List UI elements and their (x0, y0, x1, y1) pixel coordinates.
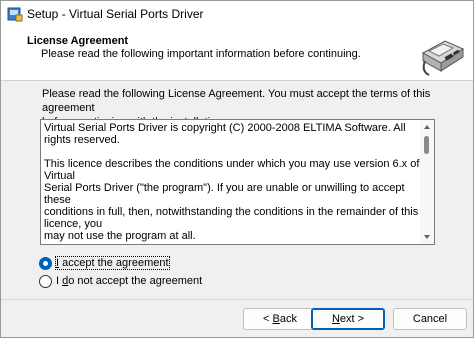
wizard-footer: < Back Next > Cancel (1, 299, 473, 337)
back-label-mnemonic: B (272, 313, 280, 325)
page-subtitle: Please read the following important info… (41, 48, 361, 60)
page-title: License Agreement (27, 35, 129, 47)
decline-agreement-label[interactable]: I do not accept the agreement (56, 275, 202, 287)
intro-line-1: Please read the following License Agreem… (42, 88, 431, 114)
back-label-pre: < (263, 313, 273, 325)
next-label-post: ext > (339, 313, 365, 325)
serial-ports-device-icon (419, 31, 467, 79)
setup-window: Setup - Virtual Serial Ports Driver Lice… (0, 0, 474, 338)
scroll-thumb[interactable] (424, 136, 429, 154)
decline-label-post: o not accept the agreement (68, 275, 203, 287)
license-text: Virtual Serial Ports Driver is copyright… (44, 122, 420, 242)
title-bar[interactable]: Setup - Virtual Serial Ports Driver (1, 1, 473, 27)
back-label-post: ack (279, 313, 297, 325)
accept-label-post: accept the agreement (59, 257, 169, 269)
back-button[interactable]: < Back (243, 308, 317, 330)
accept-agreement-radio[interactable]: I accept the agreement (39, 256, 239, 272)
window-title: Setup - Virtual Serial Ports Driver (27, 7, 204, 21)
license-scrollbar[interactable] (420, 120, 434, 244)
cancel-button[interactable]: Cancel (393, 308, 467, 330)
accept-agreement-label[interactable]: I accept the agreement (55, 256, 170, 270)
scroll-down-arrow-icon[interactable] (420, 230, 434, 244)
next-label-mnemonic: N (331, 313, 340, 325)
next-button[interactable]: Next > (311, 308, 385, 330)
license-text-area[interactable]: Virtual Serial Ports Driver is copyright… (40, 119, 435, 245)
setup-app-icon (7, 6, 23, 22)
decline-agreement-radio[interactable]: I do not accept the agreement (39, 274, 239, 290)
radio-unchecked-icon[interactable] (39, 275, 52, 288)
radio-checked-icon[interactable] (39, 257, 52, 270)
wizard-header: License Agreement Please read the follow… (1, 27, 473, 81)
scroll-up-arrow-icon[interactable] (420, 120, 434, 134)
